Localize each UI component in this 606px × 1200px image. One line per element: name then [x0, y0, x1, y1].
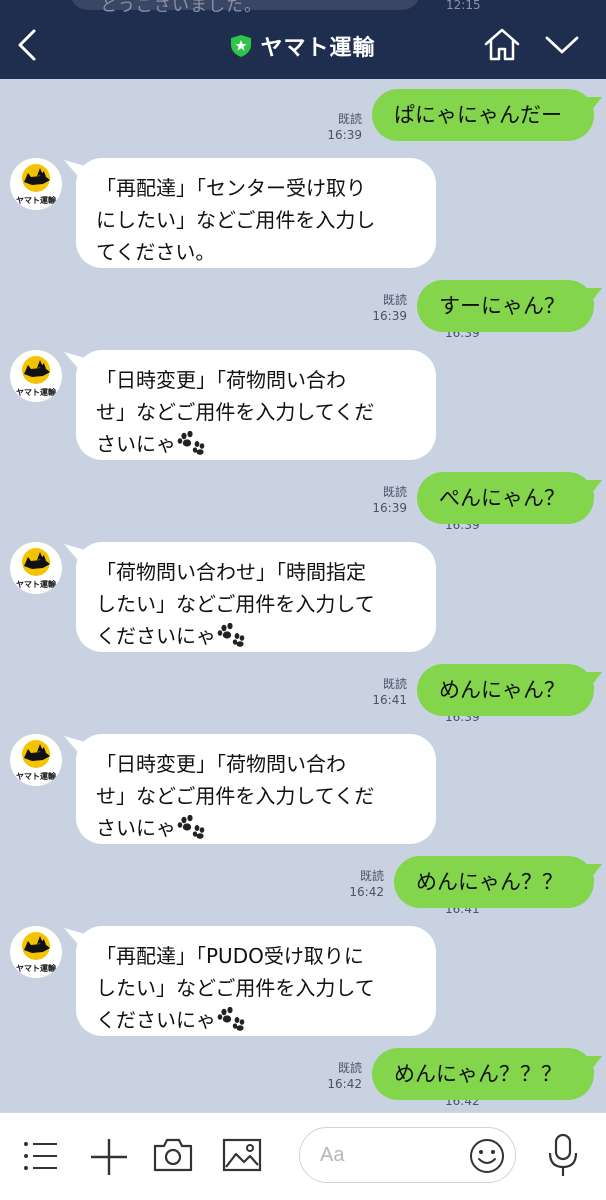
svg-text:ヤマト運輸: ヤマト運輸 — [16, 963, 57, 973]
peek-text: とうございました。 — [100, 0, 262, 14]
message-bubble[interactable]: 「再配達」「PUDO受け取りに したい」などご用件を入力して くださいにゃ — [76, 926, 436, 1036]
message-meta: 既読 16:42 — [349, 868, 384, 900]
message-input-box[interactable] — [299, 1127, 516, 1183]
paw-icon — [177, 431, 205, 455]
read-receipt: 既読 — [382, 485, 407, 499]
read-receipt: 既読 — [382, 293, 407, 307]
read-receipt: 既読 — [382, 677, 407, 691]
paw-icon — [217, 1007, 245, 1031]
message-text: 「日時変更」「荷物問い合わ せ」などご用件を入力してくだ さいにゃ — [96, 752, 375, 840]
read-receipt: 既読 — [337, 1061, 362, 1075]
peek-time: 12:15 — [446, 0, 481, 12]
smile-icon[interactable] — [468, 1137, 506, 1175]
message-meta: 既読 16:39 — [372, 484, 407, 516]
yamato-logo-icon: ヤマト運輸 — [10, 158, 62, 210]
message-text: すーにゃん？ — [439, 294, 565, 318]
paw-icon — [217, 623, 245, 647]
message-bubble[interactable]: めんにゃん？？？ — [372, 1048, 594, 1100]
mic-icon[interactable] — [546, 1133, 580, 1179]
message-bubble[interactable]: ぺんにゃん？ — [417, 472, 594, 524]
shield-icon — [231, 35, 252, 57]
home-button[interactable] — [483, 26, 521, 62]
message-bubble[interactable]: めんにゃん？？ — [394, 856, 594, 908]
message-text: めんにゃん？？ — [416, 870, 563, 894]
message-meta: 既読 16:39 — [372, 292, 407, 324]
message-meta: 既読 16:42 — [327, 1060, 362, 1092]
svg-text:ヤマト運輸: ヤマト運輸 — [16, 195, 57, 205]
menu-toggle-button[interactable] — [544, 34, 580, 56]
message-time: 16:39 — [327, 128, 362, 142]
yamato-logo-icon: ヤマト運輸 — [10, 734, 62, 786]
previous-message-peek: とうございました。 12:15 — [0, 0, 606, 14]
message-bubble[interactable]: ぱにゃにゃんだー — [372, 89, 594, 141]
avatar[interactable]: ヤマト運輸 — [10, 734, 62, 786]
svg-text:ヤマト運輸: ヤマト運輸 — [16, 387, 57, 397]
message-text: めんにゃん？？？ — [394, 1062, 562, 1086]
message-time: 16:39 — [372, 501, 407, 515]
camera-icon[interactable] — [153, 1137, 193, 1173]
avatar[interactable]: ヤマト運輸 — [10, 158, 62, 210]
message-text: 「日時変更」「荷物問い合わ せ」などご用件を入力してくだ さいにゃ — [96, 368, 375, 456]
message-time: 16:41 — [372, 693, 407, 707]
composer-bar — [0, 1112, 606, 1200]
message-bubble[interactable]: 「再配達」「センター受け取り にしたい」などご用件を入力し てください。 — [76, 158, 436, 268]
message-bubble[interactable]: 「日時変更」「荷物問い合わ せ」などご用件を入力してくだ さいにゃ — [76, 734, 436, 844]
yamato-logo-icon: ヤマト運輸 — [10, 926, 62, 978]
avatar[interactable]: ヤマト運輸 — [10, 542, 62, 594]
chevron-down-icon — [545, 36, 579, 54]
yamato-logo-icon: ヤマト運輸 — [10, 350, 62, 402]
message-time: 16:42 — [349, 885, 384, 899]
chat-title: ヤマト運輸 — [230, 30, 375, 62]
message-bubble[interactable]: 「日時変更」「荷物問い合わ せ」などご用件を入力してくだ さいにゃ — [76, 350, 436, 460]
message-bubble[interactable]: すーにゃん？ — [417, 280, 594, 332]
svg-text:ヤマト運輸: ヤマト運輸 — [16, 579, 57, 589]
home-icon — [484, 28, 520, 61]
message-time: 16:42 — [327, 1077, 362, 1091]
yamato-logo-icon: ヤマト運輸 — [10, 542, 62, 594]
read-receipt: 既読 — [337, 112, 362, 126]
chat-area[interactable]: 既読 16:39 ぱにゃにゃんだー ヤマト運輸 「再配達」「センター受け取り に… — [0, 79, 606, 1112]
plus-icon[interactable] — [89, 1137, 129, 1177]
message-input[interactable] — [320, 1140, 460, 1170]
message-text: めんにゃん？ — [439, 678, 565, 702]
message-time: 16:39 — [372, 309, 407, 323]
message-bubble[interactable]: 「荷物問い合わせ」「時間指定 したい」などご用件を入力して くださいにゃ — [76, 542, 436, 652]
image-icon[interactable] — [222, 1137, 262, 1173]
message-text: ぺんにゃん？ — [439, 486, 565, 510]
message-text: ぱにゃにゃんだー — [394, 103, 562, 127]
paw-icon — [177, 815, 205, 839]
chat-title-text: ヤマト運輸 — [260, 36, 376, 61]
message-meta: 既読 16:41 — [372, 676, 407, 708]
message-meta: 既読 16:39 — [327, 111, 362, 143]
chat-header: とうございました。 12:15 ヤマト運輸 — [0, 0, 606, 79]
svg-text:ヤマト運輸: ヤマト運輸 — [16, 771, 57, 781]
message-text: 「再配達」「センター受け取り にしたい」などご用件を入力し てください。 — [96, 176, 376, 264]
read-receipt: 既読 — [359, 869, 384, 883]
avatar[interactable]: ヤマト運輸 — [10, 926, 62, 978]
avatar[interactable]: ヤマト運輸 — [10, 350, 62, 402]
message-bubble[interactable]: めんにゃん？ — [417, 664, 594, 716]
menu-icon[interactable] — [22, 1139, 60, 1173]
